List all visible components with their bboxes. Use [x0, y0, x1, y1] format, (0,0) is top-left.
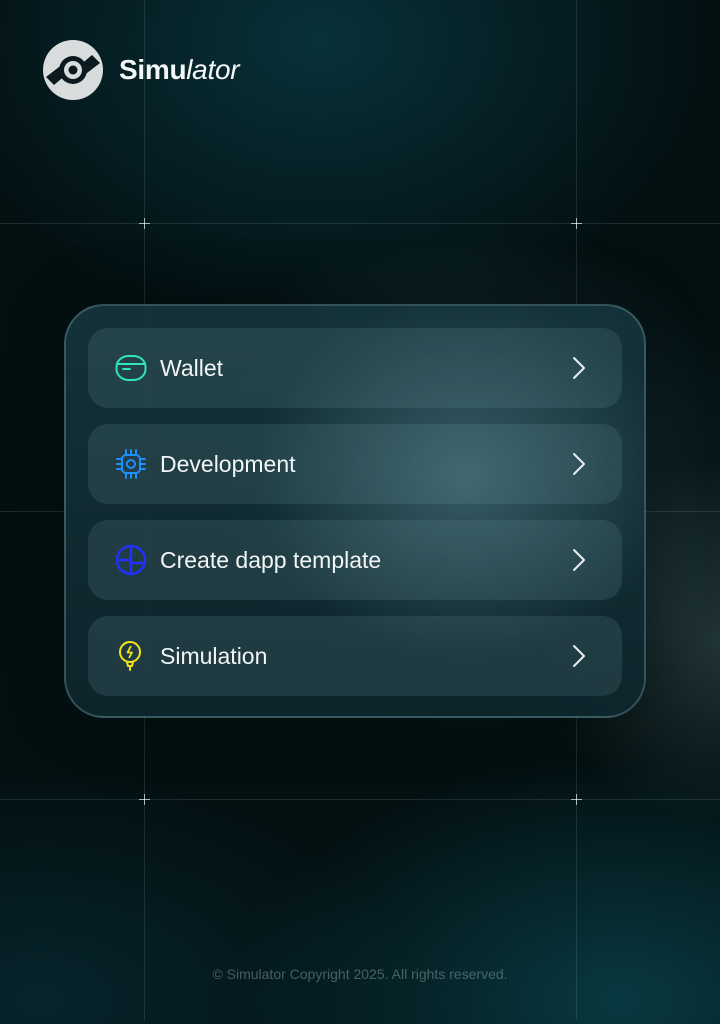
app-title-light: lator [186, 54, 240, 85]
menu-item-create-dapp-template[interactable]: Create dapp template [88, 520, 622, 600]
menu-item-wallet[interactable]: Wallet [88, 328, 622, 408]
menu-card: Wallet Development Create dapp template [64, 304, 646, 718]
chevron-right-icon [573, 645, 585, 667]
template-icon [114, 543, 148, 577]
menu-item-label: Create dapp template [160, 546, 382, 573]
simulator-logo-icon [43, 40, 103, 100]
menu-item-label: Development [160, 450, 296, 477]
crosshair-marker [571, 218, 582, 229]
bulb-icon [114, 639, 148, 673]
app-title-bold: Simu [119, 54, 187, 85]
wallet-icon [114, 351, 148, 385]
chevron-right-icon [573, 357, 585, 379]
crosshair-marker [571, 794, 582, 805]
chip-icon [114, 447, 148, 481]
brand: Simulator [42, 38, 240, 102]
menu-item-label: Simulation [160, 642, 268, 669]
menu-item-development[interactable]: Development [88, 424, 622, 504]
chevron-right-icon [573, 453, 585, 475]
footer-copyright: © Simulator Copyright 2025. All rights r… [212, 966, 508, 982]
crosshair-marker [139, 218, 150, 229]
menu-item-label: Wallet [160, 354, 224, 381]
grid-line-horizontal [0, 799, 720, 800]
crosshair-marker [139, 794, 150, 805]
grid-line-horizontal [0, 223, 720, 224]
menu-item-simulation[interactable]: Simulation [88, 616, 622, 696]
app-title: Simulator [119, 54, 240, 85]
chevron-right-icon [573, 549, 585, 571]
